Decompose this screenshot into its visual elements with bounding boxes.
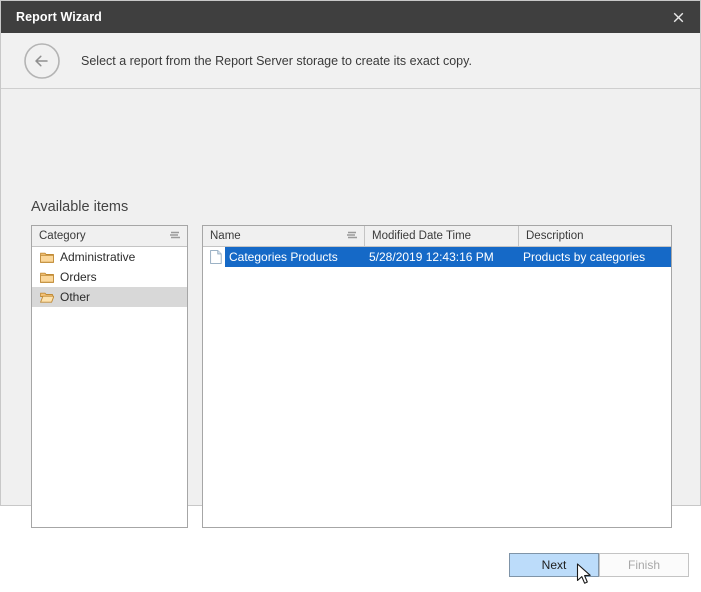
column-header-description-label: Description: [526, 230, 584, 242]
report-wizard-dialog: Report Wizard Select a report from the R…: [0, 0, 701, 584]
cell-name-label: Categories Products: [225, 247, 365, 267]
cell-modified-date-time: 5/28/2019 12:43:16 PM: [365, 247, 519, 267]
column-header-name[interactable]: Name: [203, 226, 365, 247]
cell-name: Categories Products: [203, 247, 365, 267]
category-row-label: Other: [60, 290, 91, 304]
category-list-panel: Category Administrative Orders Other: [31, 225, 188, 528]
back-arrow-icon[interactable]: [23, 42, 61, 80]
sort-indicator-glyph: [347, 231, 357, 238]
category-row[interactable]: Other: [32, 287, 187, 307]
column-header-modified-label: Modified Date Time: [372, 230, 472, 242]
finish-button: Finish: [599, 553, 689, 577]
dialog-footer: Next Finish: [1, 544, 700, 592]
category-row[interactable]: Orders: [32, 267, 187, 287]
items-list-panel: Name Modified Date Time Description Cate…: [202, 225, 672, 528]
close-icon-glyph: [673, 12, 683, 22]
wizard-header: Select a report from the Report Server s…: [1, 33, 700, 89]
category-panel-header: Category: [32, 226, 187, 247]
items-panel-header: Name Modified Date Time Description: [203, 226, 671, 247]
column-header-modified-date-time[interactable]: Modified Date Time: [365, 226, 519, 247]
close-icon[interactable]: [656, 1, 700, 33]
cell-description: Products by categories: [519, 247, 671, 267]
sort-indicator-glyph: [170, 231, 180, 238]
back-arrow-glyph: [24, 42, 60, 79]
folder-open-icon: [40, 292, 54, 303]
column-header-name-label: Name: [210, 230, 241, 242]
sort-indicator-icon: [346, 231, 358, 244]
folder-closed-icon: [40, 252, 54, 263]
column-header-description[interactable]: Description: [519, 226, 671, 247]
cell-description-label: Products by categories: [519, 247, 671, 267]
wizard-instruction: Select a report from the Report Server s…: [81, 53, 472, 68]
category-row-label: Administrative: [60, 250, 136, 264]
window-title: Report Wizard: [16, 10, 102, 24]
category-row-label: Orders: [60, 270, 97, 284]
wizard-body: Available items Category Administrative O…: [1, 89, 700, 584]
category-row-container: Administrative Orders Other: [32, 247, 187, 307]
folder-closed-icon: [40, 272, 54, 283]
next-button[interactable]: Next: [509, 553, 599, 577]
table-row[interactable]: Categories Products 5/28/2019 12:43:16 PM…: [203, 247, 671, 267]
document-icon: [210, 250, 222, 264]
item-row-container: Categories Products 5/28/2019 12:43:16 PM…: [203, 247, 671, 267]
column-header-category[interactable]: Category: [32, 226, 187, 247]
column-header-category-label: Category: [39, 230, 86, 242]
sort-indicator-icon: [169, 231, 181, 244]
page-title: Available items: [31, 199, 129, 215]
title-bar: Report Wizard: [1, 1, 700, 33]
cell-modified-label: 5/28/2019 12:43:16 PM: [365, 247, 519, 267]
category-row[interactable]: Administrative: [32, 247, 187, 267]
